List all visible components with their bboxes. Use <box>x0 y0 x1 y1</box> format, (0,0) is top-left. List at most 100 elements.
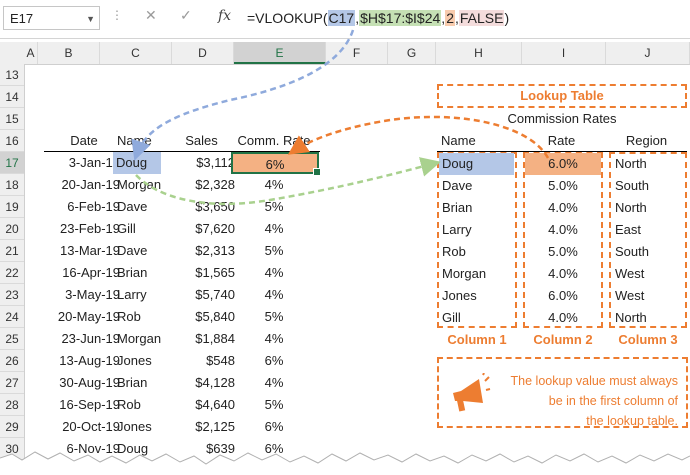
lookup-cell-name[interactable]: Brian <box>439 197 514 219</box>
lookup-cell-region[interactable]: East <box>612 219 684 241</box>
lookup-cell-rate[interactable]: 6.0% <box>525 285 601 307</box>
cell-date[interactable]: 3-May-19 <box>44 284 124 306</box>
row-header-24[interactable]: 24 <box>0 306 24 328</box>
lookup-cell-region[interactable]: West <box>612 285 684 307</box>
row-header-17[interactable]: 17 <box>0 152 24 174</box>
cell-comm-rate[interactable]: 5% <box>230 306 318 328</box>
chevron-down-icon[interactable]: ▼ <box>86 7 95 31</box>
cancel-icon[interactable]: ✕ <box>145 7 157 24</box>
lookup-cell-rate[interactable]: 4.0% <box>525 307 601 329</box>
column-header-f[interactable]: F <box>326 42 388 64</box>
cell-sales[interactable]: $548 <box>164 350 239 372</box>
lookup-header-name[interactable]: Name <box>438 130 513 152</box>
formula-input[interactable]: =VLOOKUP(C17,$H$17:$I$24,2,FALSE) <box>247 6 509 30</box>
header-sales[interactable]: Sales <box>164 130 239 152</box>
lookup-cell-name[interactable]: Dave <box>439 175 514 197</box>
column-header-e[interactable]: E <box>234 42 326 64</box>
cell-date[interactable]: 13-Aug-19 <box>44 350 124 372</box>
lookup-cell-region[interactable]: West <box>612 263 684 285</box>
cell-date[interactable]: 16-Apr-19 <box>44 262 124 284</box>
cell-comm-rate[interactable]: 5% <box>230 240 318 262</box>
column-header-b[interactable]: B <box>38 42 100 64</box>
cell-sales[interactable]: $2,125 <box>164 416 239 438</box>
column-header-d[interactable]: D <box>172 42 234 64</box>
lookup-cell-rate[interactable]: 5.0% <box>525 241 601 263</box>
cell-comm-rate[interactable]: 4% <box>230 328 318 350</box>
lookup-cell-name[interactable]: Rob <box>439 241 514 263</box>
cell-comm-rate[interactable]: 5% <box>230 196 318 218</box>
lookup-cell-rate[interactable]: 5.0% <box>525 175 601 197</box>
lookup-cell-rate[interactable]: 4.0% <box>525 197 601 219</box>
column-header-j[interactable]: J <box>606 42 690 64</box>
cell-comm-rate[interactable]: 4% <box>230 218 318 240</box>
lookup-header-region[interactable]: Region <box>609 130 684 152</box>
lookup-cell-rate[interactable]: 4.0% <box>525 219 601 241</box>
cell-sales[interactable]: $2,313 <box>164 240 239 262</box>
cell-comm-rate[interactable]: 6% <box>230 350 318 372</box>
lookup-subtitle[interactable]: Commission Rates <box>437 108 687 130</box>
column-header-g[interactable]: G <box>388 42 436 64</box>
row-header-13[interactable]: 13 <box>0 64 24 86</box>
header-comm-rate[interactable]: Comm. Rate <box>230 130 318 152</box>
cell-sales[interactable]: $1,565 <box>164 262 239 284</box>
row-header-28[interactable]: 28 <box>0 394 24 416</box>
row-header-27[interactable]: 27 <box>0 372 24 394</box>
lookup-cell-region[interactable]: North <box>612 153 684 175</box>
cell-sales[interactable]: $7,620 <box>164 218 239 240</box>
cell-comm-rate[interactable]: 5% <box>230 394 318 416</box>
enter-icon[interactable]: ✓ <box>180 7 192 24</box>
row-header-29[interactable]: 29 <box>0 416 24 438</box>
lookup-cell-name[interactable]: Doug <box>439 153 514 175</box>
lookup-header-rate[interactable]: Rate <box>519 130 604 152</box>
row-header-21[interactable]: 21 <box>0 240 24 262</box>
header-date[interactable]: Date <box>44 130 124 152</box>
lookup-cell-name[interactable]: Jones <box>439 285 514 307</box>
drag-handle-icon[interactable]: ⋮ <box>111 8 123 22</box>
cell-date[interactable]: 30-Aug-19 <box>44 372 124 394</box>
lookup-cell-region[interactable]: South <box>612 175 684 197</box>
cell-sales[interactable]: $4,640 <box>164 394 239 416</box>
lookup-title[interactable]: Lookup Table <box>437 86 687 106</box>
column-header-h[interactable]: H <box>436 42 522 64</box>
cell-comm-rate[interactable]: 6% <box>230 416 318 438</box>
lookup-cell-name[interactable]: Gill <box>439 307 514 329</box>
cell-comm-rate[interactable]: 4% <box>230 174 318 196</box>
cell-sales[interactable]: $5,740 <box>164 284 239 306</box>
column-header-a[interactable]: A <box>24 42 38 64</box>
row-header-18[interactable]: 18 <box>0 174 24 196</box>
cell-name[interactable]: Doug <box>113 152 161 174</box>
cell-date[interactable]: 13-Mar-19 <box>44 240 124 262</box>
lookup-cell-region[interactable]: North <box>612 307 684 329</box>
row-header-22[interactable]: 22 <box>0 262 24 284</box>
lookup-cell-rate[interactable]: 6.0% <box>525 153 601 175</box>
cell-date[interactable]: 20-May-19 <box>44 306 124 328</box>
cell-date[interactable]: 20-Jan-19 <box>44 174 124 196</box>
column-header-c[interactable]: C <box>100 42 172 64</box>
cell-date[interactable]: 6-Feb-19 <box>44 196 124 218</box>
name-box[interactable]: E17 ▼ <box>3 6 100 30</box>
row-header-15[interactable]: 15 <box>0 108 24 130</box>
row-header-26[interactable]: 26 <box>0 350 24 372</box>
cell-date[interactable]: 3-Jan-19 <box>44 152 124 174</box>
cell-date[interactable]: 16-Sep-19 <box>44 394 124 416</box>
cell-sales[interactable]: $2,328 <box>164 174 239 196</box>
lookup-cell-region[interactable]: South <box>612 241 684 263</box>
cell-sales[interactable]: $3,112 <box>164 152 239 174</box>
cell-comm-rate[interactable]: 4% <box>230 262 318 284</box>
cell-date[interactable]: 20-Oct-19 <box>44 416 124 438</box>
lookup-cell-region[interactable]: North <box>612 197 684 219</box>
cell-comm-rate[interactable]: 6% <box>231 152 321 176</box>
lookup-cell-rate[interactable]: 4.0% <box>525 263 601 285</box>
cell-sales[interactable]: $5,840 <box>164 306 239 328</box>
lookup-cell-name[interactable]: Larry <box>439 219 514 241</box>
row-header-25[interactable]: 25 <box>0 328 24 350</box>
cell-sales[interactable]: $1,884 <box>164 328 239 350</box>
cell-comm-rate[interactable]: 4% <box>230 372 318 394</box>
cell-date[interactable]: 23-Jun-19 <box>44 328 124 350</box>
row-header-23[interactable]: 23 <box>0 284 24 306</box>
row-header-16[interactable]: 16 <box>0 130 24 152</box>
row-header-20[interactable]: 20 <box>0 218 24 240</box>
cell-sales[interactable]: $3,650 <box>164 196 239 218</box>
cell-sales[interactable]: $4,128 <box>164 372 239 394</box>
row-header-14[interactable]: 14 <box>0 86 24 108</box>
